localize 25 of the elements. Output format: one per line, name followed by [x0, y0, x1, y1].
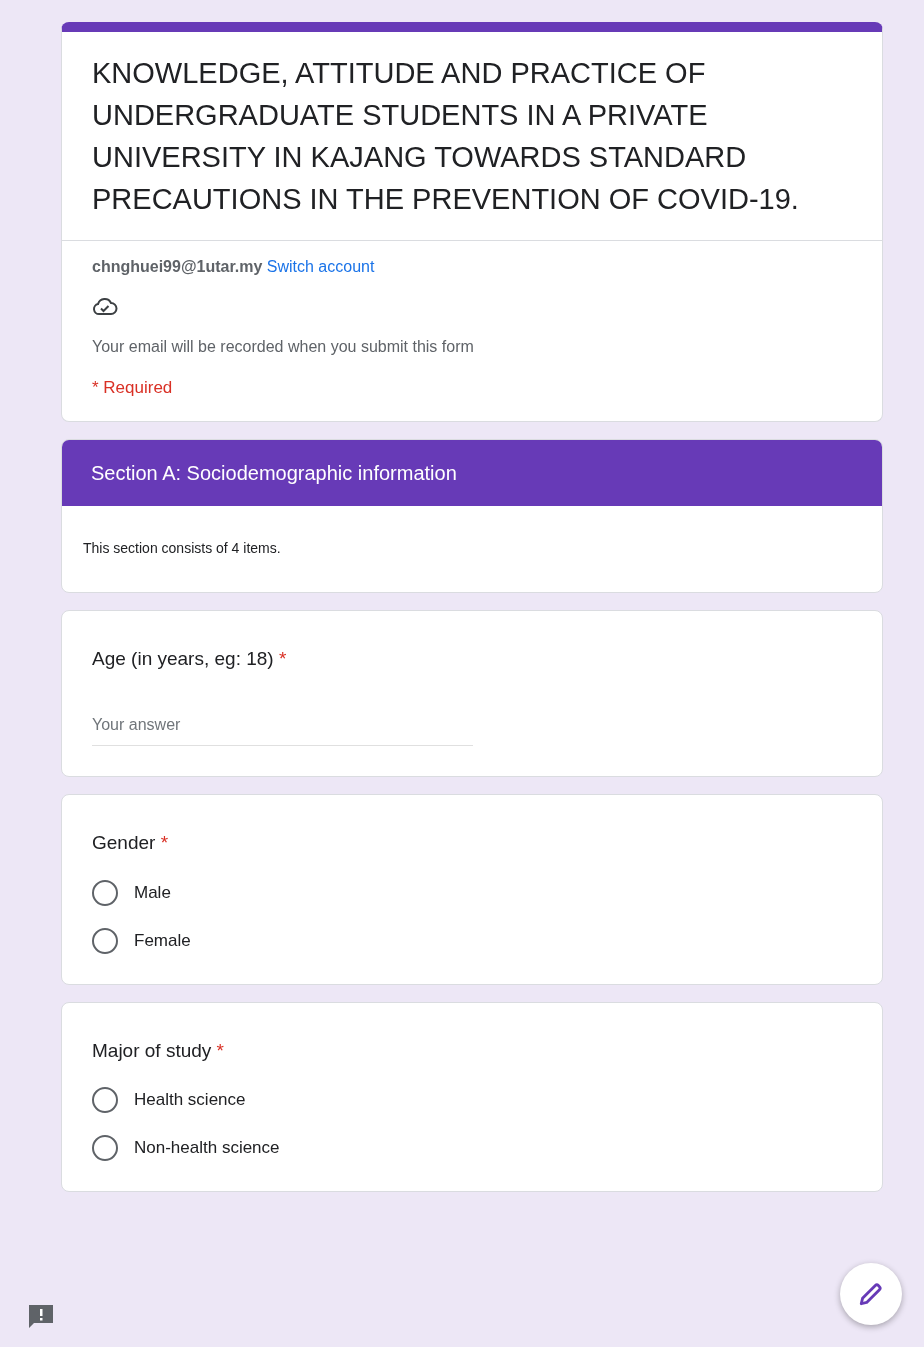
section-description: This section consists of 4 items.	[82, 538, 282, 558]
required-asterisk: *	[278, 647, 287, 669]
form-title: KNOWLEDGE, ATTITUDE AND PRACTICE OF UNDERGRADUATE STUDENTS IN A PRIVATE UNIVERSITY IN KAJANG TOWARDS STANDARD PRECAUTIONS IN THE PREVENTION OF COVID-19.	[91, 56, 800, 217]
cloud-check-icon	[92, 297, 118, 317]
email-notice: Your email will be recorded when you submit this form	[92, 337, 475, 357]
radio-button[interactable]	[92, 879, 118, 906]
question-label: Major of study	[92, 1039, 212, 1061]
option-label: Female	[134, 929, 191, 952]
radio-button[interactable]	[92, 1087, 118, 1113]
option-label: Non-health science	[134, 1137, 280, 1160]
option-label: Health science	[134, 1089, 246, 1112]
section-title: Section A: Sociodemographic information	[62, 439, 882, 506]
radio-button[interactable]	[92, 927, 118, 954]
question-label: Gender	[92, 832, 156, 853]
option-label: Male	[134, 881, 171, 904]
question-label: Age (in years, eg: 18)	[92, 647, 274, 669]
radio-button[interactable]	[92, 1135, 118, 1161]
feedback-icon[interactable]	[27, 1304, 55, 1330]
required-note: * Required	[92, 377, 174, 399]
required-asterisk: *	[216, 1039, 224, 1061]
pencil-icon	[858, 1281, 884, 1307]
switch-account-link[interactable]: Switch account	[266, 258, 375, 275]
edit-button[interactable]	[840, 1263, 902, 1325]
required-asterisk: *	[160, 832, 169, 853]
account-email: chnghuei99@1utar.my	[92, 258, 263, 275]
